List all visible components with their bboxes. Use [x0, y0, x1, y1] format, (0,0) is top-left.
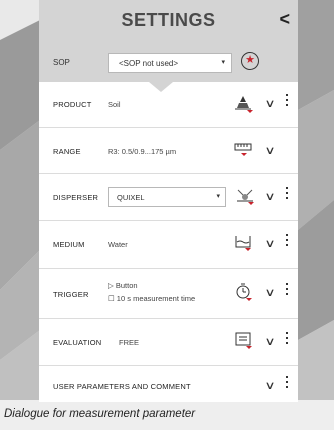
row-label: RANGE	[53, 147, 81, 156]
row-label: USER PARAMETERS AND COMMENT	[53, 382, 191, 391]
product-icon[interactable]	[232, 94, 254, 114]
expand-chevron-icon[interactable]: ∨	[264, 379, 275, 392]
trigger-icon[interactable]	[232, 282, 254, 302]
sop-select[interactable]: <SOP not used> ▾	[108, 53, 232, 73]
disperser-icon[interactable]	[234, 186, 256, 206]
disperser-select[interactable]: QUIXEL ▾	[108, 187, 226, 207]
row-value: FREE	[119, 338, 140, 347]
expand-chevron-icon[interactable]: ∨	[264, 144, 275, 157]
expand-chevron-icon[interactable]: ∨	[264, 335, 275, 348]
more-options-icon[interactable]	[285, 187, 290, 202]
evaluation-icon[interactable]	[232, 330, 254, 350]
more-options-icon[interactable]	[285, 332, 290, 347]
dropdown-arrow-icon: ▾	[221, 59, 225, 66]
disperser-select-value: QUIXEL	[117, 193, 145, 202]
row-trigger[interactable]: TRIGGER ▷ Button ☐ 10 s measurement time…	[39, 268, 298, 319]
settings-header: SETTINGS <	[39, 0, 298, 44]
figure-caption: Dialogue for measurement parameter	[4, 408, 196, 420]
more-options-icon[interactable]	[285, 283, 290, 298]
expand-chevron-icon[interactable]: ∨	[264, 237, 275, 250]
settings-panel: SETTINGS < SOP <SOP not used> ▾ ★ PRODUC…	[39, 0, 298, 402]
row-label: PRODUCT	[53, 100, 92, 109]
sop-select-value: <SOP not used>	[119, 59, 179, 68]
more-options-icon[interactable]	[285, 234, 290, 249]
row-label: TRIGGER	[53, 290, 89, 299]
trigger-button-option[interactable]: ▷ Button	[108, 281, 138, 290]
sop-label: SOP	[53, 58, 70, 67]
dropdown-arrow-icon: ▾	[216, 193, 220, 200]
range-icon[interactable]	[232, 140, 254, 160]
row-label: EVALUATION	[53, 338, 102, 347]
page-title: SETTINGS	[121, 10, 216, 30]
row-medium[interactable]: MEDIUM Water ∨	[39, 220, 298, 269]
row-value: Water	[108, 240, 128, 249]
expand-chevron-icon[interactable]: ∨	[264, 190, 275, 203]
expand-chevron-icon[interactable]: ∨	[264, 286, 275, 299]
row-evaluation[interactable]: EVALUATION FREE ∨	[39, 318, 298, 366]
row-label: DISPERSER	[53, 193, 99, 202]
row-disperser[interactable]: DISPERSER QUIXEL ▾ ∨	[39, 173, 298, 221]
trigger-time-option[interactable]: ☐ 10 s measurement time	[108, 294, 195, 303]
more-options-icon[interactable]	[285, 94, 290, 109]
favorite-star-icon[interactable]: ★	[241, 52, 259, 70]
row-label: MEDIUM	[53, 240, 85, 249]
row-value: Soil	[108, 100, 121, 109]
back-button[interactable]: <	[279, 9, 290, 30]
row-product[interactable]: PRODUCT Soil ∨	[39, 82, 298, 128]
sop-row: SOP <SOP not used> ▾ ★	[39, 44, 298, 82]
medium-icon[interactable]	[232, 233, 254, 253]
row-user-parameters[interactable]: USER PARAMETERS AND COMMENT ∨	[39, 365, 298, 402]
row-range[interactable]: RANGE R3: 0.5/0.9...175 µm ∨	[39, 127, 298, 174]
more-options-icon[interactable]	[285, 376, 290, 391]
expand-chevron-icon[interactable]: ∨	[264, 97, 275, 110]
row-value: R3: 0.5/0.9...175 µm	[108, 147, 177, 156]
